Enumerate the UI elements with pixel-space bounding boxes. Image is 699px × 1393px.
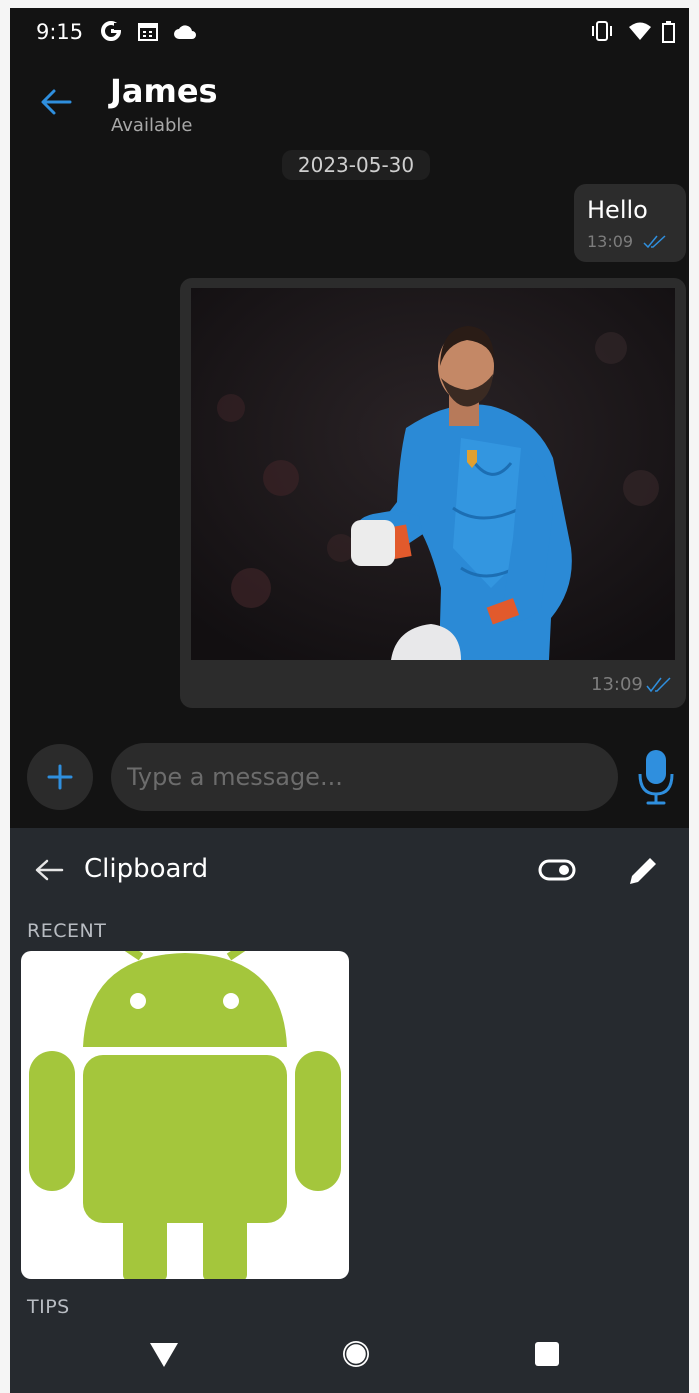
calendar-icon bbox=[138, 23, 158, 41]
message-time: 13:09 bbox=[587, 232, 634, 251]
back-arrow-icon[interactable] bbox=[40, 88, 72, 116]
microphone-icon[interactable] bbox=[636, 748, 676, 806]
vibrate-icon bbox=[592, 21, 612, 41]
g-icon bbox=[101, 21, 122, 41]
toggle-switch-icon[interactable] bbox=[538, 858, 576, 882]
goalkeeper-photo[interactable] bbox=[191, 288, 675, 660]
contact-name[interactable]: James bbox=[110, 72, 218, 110]
keyboard-clipboard-panel: Clipboard RECENT TIPS bbox=[10, 828, 689, 1393]
section-label-tips: TIPS bbox=[27, 1296, 70, 1318]
wifi-icon bbox=[629, 22, 651, 40]
back-arrow-icon[interactable] bbox=[34, 858, 64, 882]
status-bar: 9:15 bbox=[10, 8, 689, 56]
section-label-recent: RECENT bbox=[27, 920, 107, 942]
android-logo-image bbox=[29, 951, 341, 1279]
clipboard-title: Clipboard bbox=[84, 854, 209, 884]
read-ticks-icon bbox=[643, 235, 666, 249]
message-input[interactable] bbox=[111, 743, 618, 811]
message-time: 13:09 bbox=[591, 674, 643, 695]
status-time: 9:15 bbox=[36, 20, 84, 44]
message-text: Hello bbox=[587, 196, 648, 224]
date-chip: 2023-05-30 bbox=[282, 150, 430, 180]
plus-icon bbox=[47, 764, 73, 790]
pencil-icon[interactable] bbox=[626, 854, 660, 888]
read-ticks-icon bbox=[646, 677, 671, 693]
nav-recents-icon[interactable] bbox=[534, 1341, 560, 1367]
nav-back-icon[interactable] bbox=[148, 1341, 180, 1369]
contact-status: Available bbox=[111, 115, 193, 136]
cloud-icon bbox=[174, 25, 196, 39]
nav-home-icon[interactable] bbox=[340, 1338, 372, 1370]
message-bubble-image[interactable]: 13:09 bbox=[180, 278, 686, 708]
battery-icon bbox=[662, 21, 675, 43]
message-bubble-text[interactable]: Hello 13:09 bbox=[574, 184, 686, 262]
clipboard-item[interactable] bbox=[21, 951, 349, 1279]
add-attachment-button[interactable] bbox=[27, 744, 93, 810]
phone-screen: 9:15 James Available 2023-05-30 Hello 13… bbox=[10, 8, 689, 1393]
